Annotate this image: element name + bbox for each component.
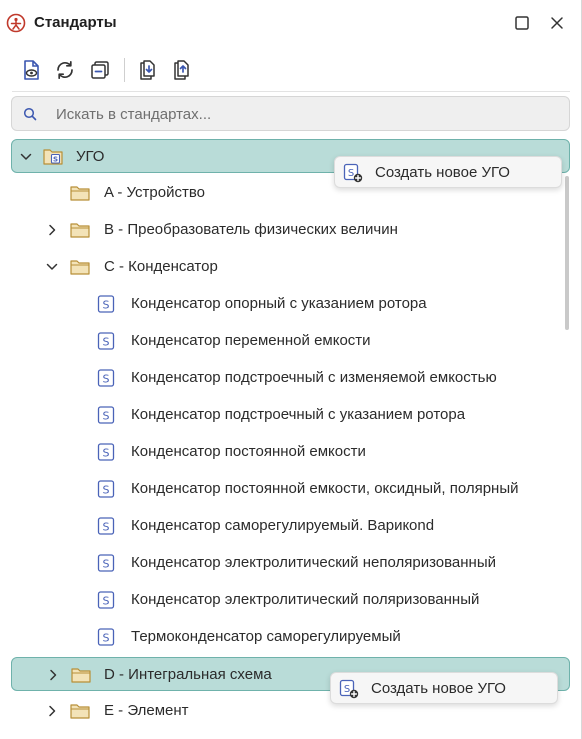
title-bar: Стандарты: [0, 0, 582, 46]
document-import-icon[interactable]: [135, 58, 159, 82]
standard-s-icon: S: [97, 480, 115, 498]
standard-s-icon: S: [97, 443, 115, 461]
tree-group-c[interactable]: C - Конденсатор: [11, 250, 570, 284]
tree-item-standard[interactable]: S Конденсатор электролитический поляризов…: [11, 583, 570, 617]
create-ugo-menu-item[interactable]: S Создать новое УГО: [330, 672, 558, 704]
svg-text:S: S: [103, 410, 110, 423]
svg-text:S: S: [344, 684, 350, 695]
tree-node-label: Конденсатор переменной емкости: [131, 332, 371, 349]
tree-node-label: A - Устройство: [104, 184, 205, 201]
standards-panel: Стандарты Искать в стандартах... S УГО A…: [0, 0, 582, 739]
add-standard-icon: S: [343, 163, 363, 183]
svg-text:S: S: [103, 558, 110, 571]
window-title: Стандарты: [34, 14, 117, 31]
folder-icon: [71, 668, 91, 683]
toolbar: [0, 52, 582, 88]
collapse-icon[interactable]: [88, 58, 112, 82]
create-ugo-menu-item[interactable]: S Создать новое УГО: [334, 156, 562, 188]
chevron-right-icon[interactable]: [46, 224, 58, 236]
tree-node-label: Конденсатор подстроечный с изменяемой ем…: [131, 369, 497, 386]
tree-node-label: D - Интегральная схема: [104, 666, 272, 683]
standards-tree: S УГО A - Устройство B - Преобразователь…: [0, 138, 582, 739]
tree-node-label: Конденсатор электролитический неполяризо…: [131, 554, 496, 571]
create-ugo-label: Создать новое УГО: [371, 680, 506, 697]
tree-item-standard[interactable]: S Конденсатор опорный с указанием ротора: [11, 287, 570, 321]
standards-logo-icon: [6, 13, 26, 33]
tree-node-label: Конденсатор постоянной емкости: [131, 443, 366, 460]
tree-item-standard[interactable]: S Конденсатор постоянной емкости, оксидны…: [11, 472, 570, 506]
svg-text:S: S: [103, 299, 110, 312]
chevron-right-icon[interactable]: [46, 705, 58, 717]
folder-icon: [70, 260, 90, 275]
tree-node-label: Конденсатор электролитический поляризова…: [131, 591, 480, 608]
create-ugo-label: Создать новое УГО: [375, 164, 510, 181]
tree-node-label: E - Элемент: [104, 702, 189, 719]
tree-item-standard[interactable]: S Конденсатор электролитический неполяриз…: [11, 546, 570, 580]
refresh-icon[interactable]: [53, 58, 77, 82]
standard-s-icon: S: [97, 369, 115, 387]
standard-s-icon: S: [97, 554, 115, 572]
toolbar-separator: [124, 58, 125, 82]
add-standard-icon: S: [339, 679, 359, 699]
tree-node-label: Конденсатор саморегулируемый. Варикond: [131, 517, 435, 534]
search-input[interactable]: [56, 103, 556, 125]
tree-node-label: Конденсатор подстроечный с указанием рот…: [131, 406, 466, 423]
document-eye-icon[interactable]: [19, 58, 43, 82]
standard-s-icon: S: [97, 517, 115, 535]
tree-group-b[interactable]: B - Преобразователь физических величин: [11, 213, 570, 247]
tree-item-standard[interactable]: S Конденсатор переменной емкости: [11, 324, 570, 358]
svg-text:S: S: [348, 168, 354, 179]
tree-node-label: Конденсатор постоянной емкости, оксидный…: [131, 480, 519, 497]
tree-node-label: Конденсатор опорный с указанием ротора: [131, 295, 427, 312]
svg-text:S: S: [103, 373, 110, 386]
standard-s-icon: S: [97, 591, 115, 609]
svg-text:S: S: [103, 336, 110, 349]
tree-item-standard[interactable]: S Конденсатор постоянной емкости: [11, 435, 570, 469]
standard-s-icon: S: [97, 295, 115, 313]
svg-text:S: S: [103, 447, 110, 460]
folder-icon: [70, 223, 90, 238]
close-icon[interactable]: [548, 14, 566, 32]
folder-icon: [70, 186, 90, 201]
tree-node-label: B - Преобразователь физических величин: [104, 221, 398, 238]
tree-scrollbar[interactable]: [565, 176, 569, 330]
svg-text:S: S: [103, 595, 110, 608]
folder-icon: [70, 704, 90, 719]
svg-text:S: S: [103, 484, 110, 497]
chevron-down-icon[interactable]: [46, 261, 58, 273]
standard-s-icon: S: [97, 406, 115, 424]
svg-text:S: S: [53, 156, 58, 164]
document-export-icon[interactable]: [169, 58, 193, 82]
tree-item-standard[interactable]: S Конденсатор подстроечный с указанием ро…: [11, 398, 570, 432]
chevron-down-icon[interactable]: [20, 151, 32, 163]
standard-s-icon: S: [97, 332, 115, 350]
search-icon: [23, 107, 37, 121]
tree-node-label: УГО: [76, 148, 105, 165]
svg-text:S: S: [103, 521, 110, 534]
maximize-icon[interactable]: [513, 14, 531, 32]
standard-s-icon: S: [97, 628, 115, 646]
tree-node-label: C - Конденсатор: [104, 258, 218, 275]
chevron-right-icon[interactable]: [47, 669, 59, 681]
standards-folder-icon: S: [43, 149, 63, 165]
tree-item-standard[interactable]: S Термоконденсатор саморегулируемый: [11, 620, 570, 654]
toolbar-divider: [12, 91, 570, 92]
search-box[interactable]: [11, 96, 570, 131]
tree-node-label: Термоконденсатор саморегулируемый: [131, 628, 401, 645]
tree-item-standard[interactable]: S Конденсатор подстроечный с изменяемой е…: [11, 361, 570, 395]
tree-item-standard[interactable]: S Конденсатор саморегулируемый. Варикond: [11, 509, 570, 543]
svg-text:S: S: [103, 632, 110, 645]
